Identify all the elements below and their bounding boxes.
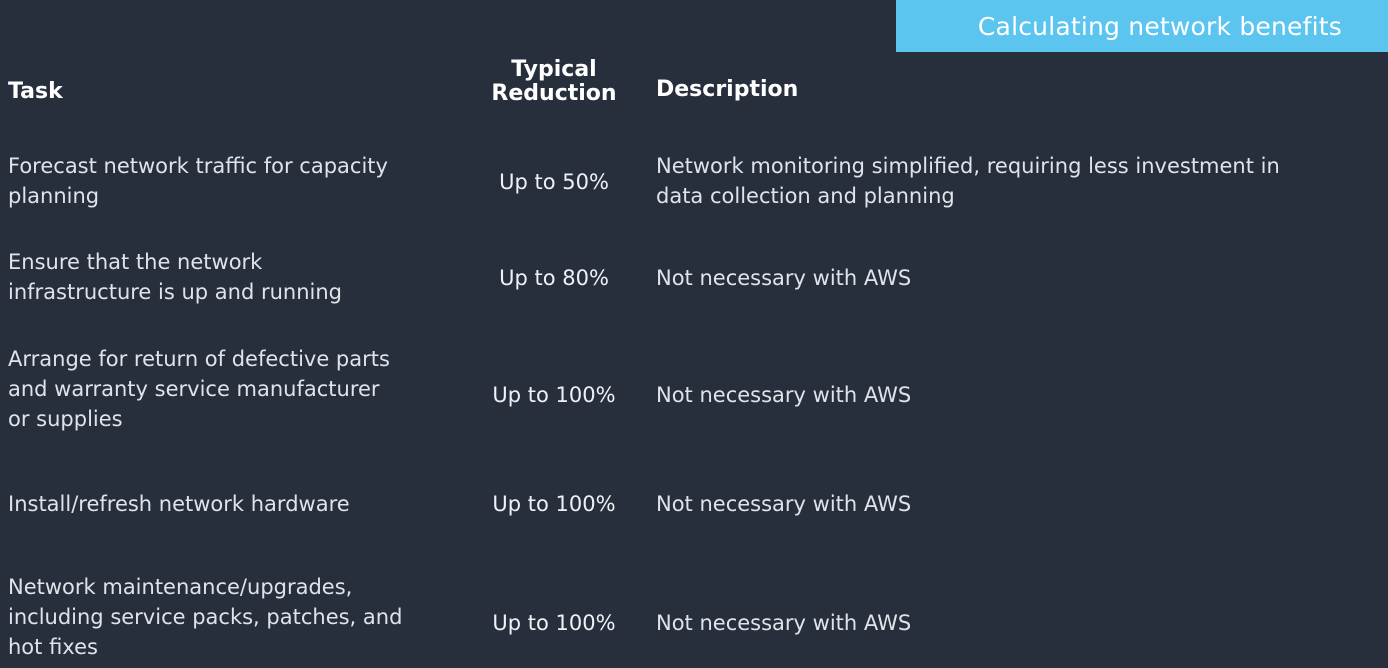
- description-text: Not necessary with AWS: [656, 266, 912, 290]
- table-row: Install/refresh network hardware Up to 1…: [0, 490, 1388, 520]
- cell-reduction: Up to 50%: [460, 152, 648, 198]
- table-row: Network maintenance/upgrades, including …: [0, 573, 1388, 662]
- cell-reduction: Up to 80%: [460, 248, 648, 294]
- cell-description: Network monitoring simplified, requiring…: [648, 152, 1388, 212]
- column-header-typical-reduction: Typical Reduction: [491, 57, 617, 106]
- slide-canvas: Calculating network benefits Task Typica…: [0, 0, 1388, 668]
- column-header-task: Task: [8, 79, 63, 104]
- reduction-text: Up to 100%: [492, 492, 616, 516]
- cell-description: Not necessary with AWS: [648, 248, 1388, 294]
- table-row: Ensure that the network infrastructure i…: [0, 248, 1388, 308]
- task-text: Network maintenance/upgrades, including …: [8, 575, 403, 659]
- cell-task: Arrange for return of defective parts an…: [0, 345, 460, 434]
- cell-reduction: Up to 100%: [460, 490, 648, 520]
- header-cell-task: Task: [0, 58, 460, 104]
- column-header-description: Description: [656, 77, 799, 102]
- task-text: Arrange for return of defective parts an…: [8, 347, 390, 431]
- cell-task: Install/refresh network hardware: [0, 490, 460, 520]
- cell-reduction: Up to 100%: [460, 345, 648, 411]
- cell-reduction: Up to 100%: [460, 573, 648, 639]
- cell-description: Not necessary with AWS: [648, 573, 1388, 639]
- header-cell-reduction: Typical Reduction: [460, 58, 648, 106]
- header-cell-description: Description: [648, 58, 1388, 102]
- reduction-text: Up to 80%: [499, 266, 609, 290]
- reduction-text: Up to 50%: [499, 170, 609, 194]
- reduction-text: Up to 100%: [492, 383, 616, 407]
- slide-title: Calculating network benefits: [977, 11, 1342, 41]
- task-text: Ensure that the network infrastructure i…: [8, 250, 343, 304]
- table-header-row: Task Typical Reduction Description: [0, 58, 1388, 120]
- description-text: Network monitoring simplified, requiring…: [656, 154, 1280, 208]
- cell-task: Ensure that the network infrastructure i…: [0, 248, 460, 308]
- description-text: Not necessary with AWS: [656, 611, 912, 635]
- table-row: Arrange for return of defective parts an…: [0, 345, 1388, 434]
- cell-description: Not necessary with AWS: [648, 345, 1388, 411]
- description-text: Not necessary with AWS: [656, 492, 912, 516]
- table-row: Forecast network traffic for capacity pl…: [0, 152, 1388, 212]
- title-banner: Calculating network benefits: [896, 0, 1388, 52]
- task-text: Install/refresh network hardware: [8, 492, 350, 516]
- reduction-text: Up to 100%: [492, 611, 616, 635]
- task-text: Forecast network traffic for capacity pl…: [8, 154, 388, 208]
- cell-task: Network maintenance/upgrades, including …: [0, 573, 460, 662]
- description-text: Not necessary with AWS: [656, 383, 912, 407]
- cell-task: Forecast network traffic for capacity pl…: [0, 152, 460, 212]
- cell-description: Not necessary with AWS: [648, 490, 1388, 520]
